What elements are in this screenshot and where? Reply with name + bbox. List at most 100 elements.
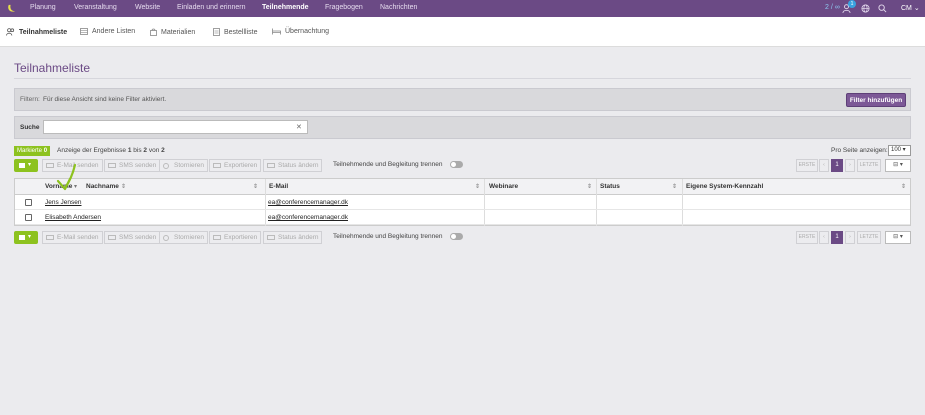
checkbox-icon	[19, 163, 25, 168]
button-label: Stornieren	[174, 234, 204, 241]
send-sms-button[interactable]: SMS senden	[104, 159, 161, 172]
user-initials: CM	[901, 5, 912, 12]
send-sms-button[interactable]: SMS senden	[104, 231, 161, 244]
search-icon[interactable]	[878, 4, 887, 13]
action-toolbar-bottom: ▾ E-Mail senden SMS senden Stornieren Ex…	[14, 231, 911, 245]
caret-down-icon: ▾	[28, 234, 32, 240]
subnav-label: Übernachtung	[285, 28, 329, 35]
nav-nachrichten[interactable]: Nachrichten	[380, 4, 417, 11]
column-header-system-id[interactable]: Eigene System-Kennzahl	[686, 183, 763, 190]
nav-teilnehmende[interactable]: Teilnehmende	[262, 4, 309, 11]
subnav-andere-listen[interactable]: Andere Listen	[80, 28, 135, 35]
filter-bar: Filtern: Für diese Ansicht sind keine Fi…	[14, 88, 911, 111]
last-page-button[interactable]: LETZTE	[857, 231, 881, 244]
sort-icon[interactable]: ⇕	[121, 183, 126, 190]
per-page-select[interactable]: 100 ▾	[888, 145, 911, 156]
cancel-registration-button[interactable]: Stornieren	[159, 231, 208, 244]
first-page-button[interactable]: ERSTE	[796, 231, 818, 244]
next-page-button[interactable]: ›	[845, 159, 855, 172]
columns-icon: ⊟	[893, 162, 899, 168]
last-page-button[interactable]: LETZTE	[857, 159, 881, 172]
sms-icon	[108, 163, 116, 168]
per-page-label: Pro Seite anzeigen:	[831, 147, 888, 154]
current-page-button[interactable]: 1	[831, 231, 843, 244]
marked-label: Markierte	[17, 148, 43, 154]
caret-down-icon: ▾	[899, 162, 903, 168]
columns-menu-button[interactable]: ⊟ ▾	[885, 231, 911, 244]
sort-icon[interactable]: ⇕	[901, 183, 906, 190]
cancel-icon	[163, 235, 169, 241]
row-checkbox[interactable]	[25, 214, 32, 221]
subnav-uebernachtung[interactable]: Übernachtung	[272, 28, 329, 35]
split-companions-toggle[interactable]	[450, 233, 463, 240]
prev-page-button[interactable]: ‹	[819, 159, 829, 172]
sms-icon	[108, 235, 116, 240]
participants-table: Vorname ▾ Nachname ⇕ ⇕ E-Mail ⇕ Webinare…	[14, 178, 911, 226]
annotation-arrow-icon	[56, 163, 77, 191]
sort-icon[interactable]: ⇕	[587, 183, 592, 190]
clear-search-icon[interactable]: ✕	[296, 123, 302, 131]
column-header-webinars[interactable]: Webinare	[489, 183, 518, 190]
columns-menu-button[interactable]: ⊟ ▾	[885, 159, 911, 172]
export-button[interactable]: Exportieren	[209, 159, 262, 172]
users-icon	[6, 28, 15, 36]
column-header-lastname[interactable]: Nachname	[86, 183, 119, 190]
search-input[interactable]	[43, 120, 308, 134]
marked-count: 0	[43, 148, 48, 154]
table-header: Vorname ▾ Nachname ⇕ ⇕ E-Mail ⇕ Webinare…	[15, 179, 910, 195]
next-page-button[interactable]: ›	[845, 231, 855, 244]
row-checkbox[interactable]	[25, 199, 32, 206]
send-email-button[interactable]: E-Mail senden	[42, 231, 103, 244]
table-row: Jens Jensen ea@conferencemanager.dk	[15, 195, 910, 210]
button-label: Exportieren	[224, 162, 258, 169]
results-prefix: Anzeige der Ergebnisse	[57, 147, 127, 154]
title-divider	[14, 78, 911, 79]
globe-icon[interactable]	[861, 4, 870, 13]
button-label: E-Mail senden	[57, 234, 99, 241]
subnav-materialien[interactable]: Materialien	[150, 28, 195, 36]
nav-planung[interactable]: Planung	[30, 4, 56, 11]
change-status-button[interactable]: Status ändern	[263, 159, 323, 172]
refresh-icon	[267, 235, 275, 240]
participant-email-link[interactable]: ea@conferencemanager.dk	[268, 199, 348, 206]
button-label: SMS senden	[119, 162, 157, 169]
prev-page-button[interactable]: ‹	[819, 231, 829, 244]
list-icon	[80, 28, 88, 35]
table-row: Elisabeth Andersen ea@conferencemanager.…	[15, 210, 910, 225]
button-label: Stornieren	[174, 162, 204, 169]
subnav-teilnahmeliste[interactable]: Teilnahmeliste	[6, 28, 67, 36]
select-all-dropdown[interactable]: ▾	[14, 231, 38, 244]
first-page-button[interactable]: ERSTE	[796, 159, 818, 172]
results-to: 2	[143, 147, 148, 154]
participant-name-link[interactable]: Jens Jensen	[45, 199, 82, 206]
usage-counter: 2 / ∞	[825, 4, 840, 11]
bed-icon	[272, 28, 281, 35]
app-logo-icon[interactable]	[6, 3, 17, 14]
current-page-button[interactable]: 1	[831, 159, 843, 172]
button-label: Status ändern	[278, 162, 319, 169]
user-menu[interactable]: CM ⌄	[901, 4, 920, 12]
change-status-button[interactable]: Status ändern	[263, 231, 323, 244]
column-header-email[interactable]: E-Mail	[269, 183, 288, 190]
nav-veranstaltung[interactable]: Veranstaltung	[74, 4, 117, 11]
split-companions-toggle[interactable]	[450, 161, 463, 168]
participant-email-link[interactable]: ea@conferencemanager.dk	[268, 214, 348, 221]
sort-icon[interactable]: ⇕	[253, 183, 258, 190]
nav-einladen[interactable]: Einladen und erinnern	[177, 4, 246, 11]
nav-website[interactable]: Website	[135, 4, 160, 11]
export-icon	[213, 163, 221, 168]
results-mid: bis	[133, 147, 142, 154]
sort-icon[interactable]: ⇕	[672, 183, 677, 190]
column-header-status[interactable]: Status	[600, 183, 620, 190]
cancel-registration-button[interactable]: Stornieren	[159, 159, 208, 172]
sort-icon[interactable]: ⇕	[475, 183, 480, 190]
subnav-bestellliste[interactable]: Bestellliste	[213, 28, 257, 36]
participant-name-link[interactable]: Elisabeth Andersen	[45, 214, 101, 221]
nav-fragebogen[interactable]: Fragebogen	[325, 4, 363, 11]
export-button[interactable]: Exportieren	[209, 231, 262, 244]
add-filter-button[interactable]: Filter hinzufügen	[846, 93, 906, 107]
select-all-dropdown[interactable]: ▾	[14, 159, 38, 172]
subnav-label: Teilnahmeliste	[19, 28, 68, 36]
top-nav: Planung Veranstaltung Website Einladen u…	[0, 0, 925, 17]
envelope-icon	[46, 235, 54, 240]
